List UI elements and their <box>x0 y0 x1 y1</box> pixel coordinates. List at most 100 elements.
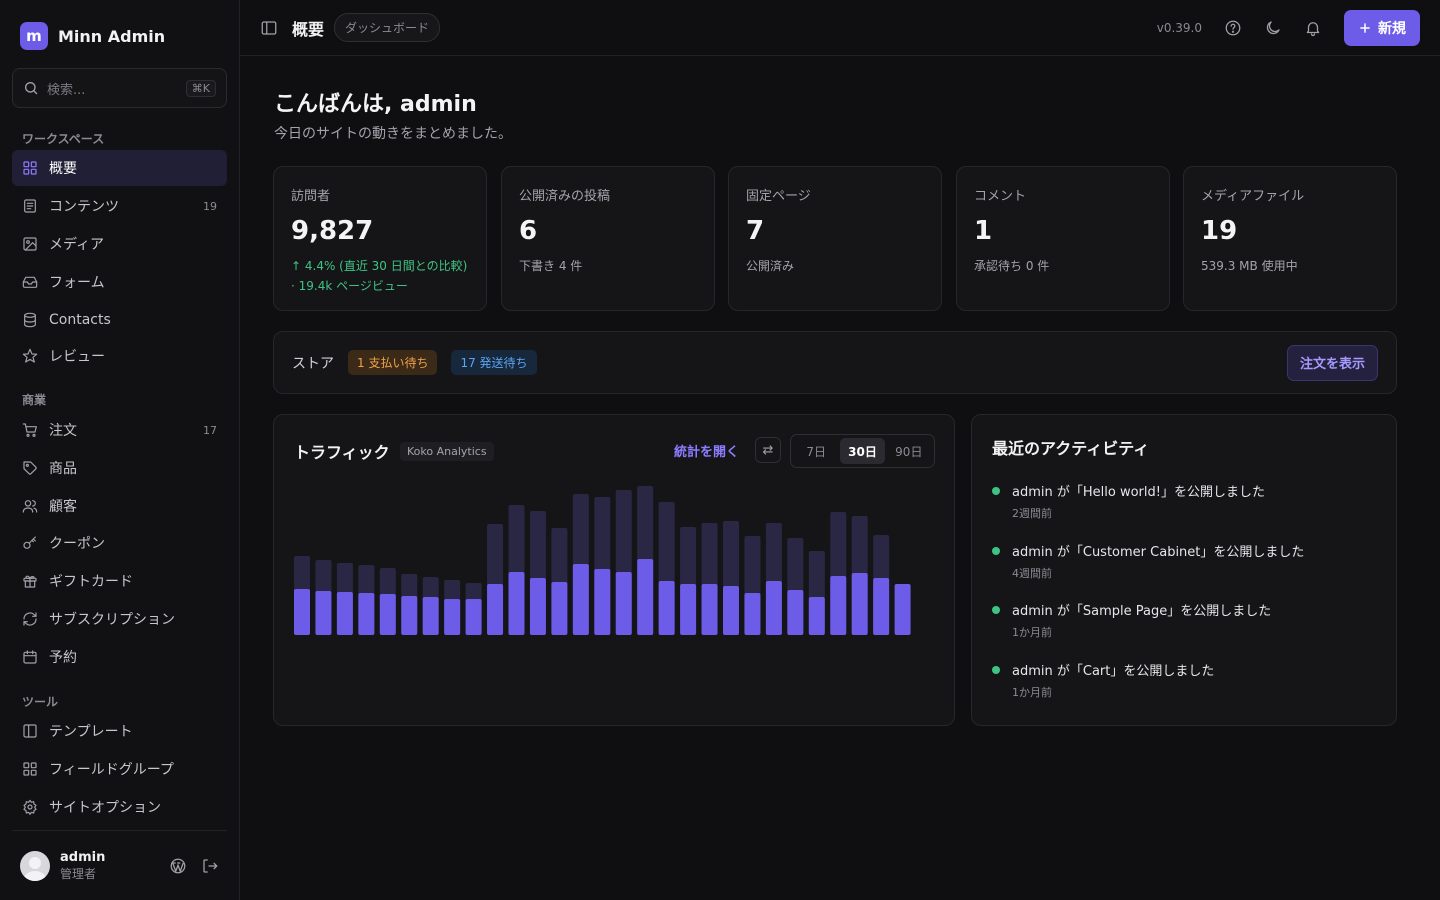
range-7d[interactable]: 7日 <box>794 438 838 464</box>
sidebar-item-coupons[interactable]: クーポン <box>12 525 227 561</box>
tag-icon <box>23 461 37 475</box>
visitors-bar <box>873 578 890 635</box>
visitors-bar <box>851 573 868 635</box>
sidebar-item-label: テンプレート <box>49 724 133 740</box>
sidebar-item-contacts[interactable]: Contacts <box>12 302 227 338</box>
stat-card-posts[interactable]: 公開済みの投稿 6 下書き 4 件 <box>501 166 715 311</box>
sidebar-item-label: 注文 <box>49 423 77 439</box>
activity-text: admin が「Hello world!」を公開しました <box>1012 485 1265 500</box>
stat-label: コメント <box>974 189 1027 204</box>
sidebar-item-label: 予約 <box>49 650 77 666</box>
sidebar-item-subscriptions[interactable]: サブスクリプション <box>12 601 227 637</box>
breadcrumb: ダッシュボード <box>334 13 441 42</box>
search-input[interactable]: 検索... ⌘K <box>12 68 227 108</box>
activity-item[interactable]: admin が「Hello world!」を公開しました 2週間前 <box>992 481 1376 541</box>
database-icon <box>24 312 36 328</box>
user-info: admin 管理者 <box>60 850 159 882</box>
sidebar-item-products[interactable]: 商品 <box>12 450 227 486</box>
brand[interactable]: m Minn Admin <box>20 22 165 50</box>
inbox-icon <box>22 276 38 288</box>
stat-label: 訪問者 <box>291 189 331 204</box>
user-name: admin <box>60 849 106 865</box>
avatar[interactable] <box>20 850 50 881</box>
range-90d[interactable]: 90日 <box>887 438 931 464</box>
stat-pageviews: · 19.4k ページビュー <box>291 279 408 293</box>
sidebar-item-label: 概要 <box>49 161 77 177</box>
pending-shipping-badge[interactable]: 17 発送待ち <box>451 350 537 375</box>
visitors-bar <box>336 592 353 635</box>
pending-payment-badge[interactable]: 1 支払い待ち <box>348 350 438 375</box>
sidebar-item-reviews[interactable]: レビュー <box>12 338 227 374</box>
store-label: ストア <box>292 355 334 372</box>
stat-change: ↑ 4.4% (直近 30 日間との比較) · 19.4k ページビュー <box>291 256 469 296</box>
sidebar-item-bookings[interactable]: 予約 <box>12 639 227 675</box>
wordpress-icon[interactable] <box>169 857 187 875</box>
sidebar-item-label: フィールドグループ <box>49 762 174 778</box>
sidebar-item-templates[interactable]: テンプレート <box>12 713 227 749</box>
stat-value: 1 <box>974 216 993 246</box>
gear-icon <box>23 799 37 815</box>
visitors-bar <box>379 594 396 635</box>
search-placeholder: 検索... <box>47 82 86 98</box>
sidebar: m Minn Admin 検索... ⌘K ワークスペース 概要 コンテンツ 1… <box>0 0 240 900</box>
bell-icon[interactable] <box>1304 19 1322 37</box>
document-icon <box>24 199 36 213</box>
visitors-bar <box>594 569 611 635</box>
page-title: 概要 <box>292 19 325 39</box>
status-dot <box>992 546 1000 555</box>
visitors-bar <box>808 597 825 635</box>
activity-time: 4週間前 <box>1012 566 1052 580</box>
stat-card-visitors[interactable]: 訪問者 9,827 ↑ 4.4% (直近 30 日間との比較) · 19.4k … <box>273 166 487 311</box>
visitors-bar <box>830 576 847 635</box>
new-button[interactable]: 新規 <box>1344 9 1420 46</box>
topbar-actions: v0.39.0 新規 <box>1157 9 1420 46</box>
help-icon[interactable] <box>1224 19 1242 37</box>
logout-icon[interactable] <box>201 857 219 875</box>
visitors-bar <box>487 584 504 635</box>
sidebar-item-label: 商品 <box>49 461 77 477</box>
user-block: admin 管理者 <box>12 830 227 900</box>
sidebar-toggle-icon[interactable] <box>260 19 278 37</box>
sidebar-item-site-options[interactable]: サイトオプション <box>12 789 227 825</box>
search-shortcut: ⌘K <box>185 79 216 97</box>
sidebar-item-label: サブスクリプション <box>49 612 175 628</box>
visitors-bar <box>615 572 632 635</box>
sidebar-item-media[interactable]: メディア <box>12 226 227 262</box>
sidebar-item-label: レビュー <box>49 349 105 365</box>
sidebar-item-gift-cards[interactable]: ギフトカード <box>12 563 227 599</box>
sidebar-item-content[interactable]: コンテンツ 19 <box>12 188 227 224</box>
traffic-source-badge: Koko Analytics <box>400 442 494 461</box>
visitors-bar <box>508 572 525 635</box>
activity-item[interactable]: admin が「Cart」を公開しました 1か月前 <box>992 660 1376 720</box>
moon-icon[interactable] <box>1264 19 1282 37</box>
visitors-bar <box>680 584 697 635</box>
star-icon <box>22 348 38 363</box>
status-dot <box>992 665 1000 674</box>
range-30d[interactable]: 30日 <box>840 438 885 464</box>
brand-logo: m <box>20 22 48 50</box>
swap-icon[interactable]: ⇄ <box>755 437 781 463</box>
visitors-bar <box>529 578 546 635</box>
sidebar-item-overview[interactable]: 概要 <box>12 150 227 186</box>
activity-item[interactable]: admin が「Sample Page」を公開しました 1か月前 <box>992 600 1376 660</box>
user-actions <box>169 857 219 875</box>
activity-item[interactable]: admin が「Customer Cabinet」を公開しました 4週間前 <box>992 541 1376 601</box>
brand-name: Minn Admin <box>58 26 166 46</box>
status-dot <box>992 606 1000 615</box>
user-role: 管理者 <box>60 866 97 881</box>
stat-card-comments[interactable]: コメント 1 承認待ち 0 件 <box>956 166 1170 311</box>
visitors-bar <box>787 590 804 635</box>
view-orders-button[interactable]: 注文を表示 <box>1286 344 1378 381</box>
sidebar-item-field-groups[interactable]: フィールドグループ <box>12 751 227 787</box>
stat-card-pages[interactable]: 固定ページ 7 公開済み <box>728 166 942 311</box>
sidebar-item-forms[interactable]: フォーム <box>12 264 227 300</box>
sidebar-item-customers[interactable]: 顧客 <box>12 488 227 524</box>
sidebar-item-orders[interactable]: 注文 17 <box>12 412 227 448</box>
visitors-bar <box>551 582 568 635</box>
sidebar-item-count: 19 <box>203 199 217 213</box>
stat-sub: 承認待ち 0 件 <box>974 259 1050 273</box>
stat-card-media[interactable]: メディアファイル 19 539.3 MB 使用中 <box>1183 166 1397 311</box>
open-stats-link[interactable]: 統計を開く <box>674 441 739 460</box>
columns-icon <box>23 724 37 738</box>
image-icon <box>23 237 37 251</box>
